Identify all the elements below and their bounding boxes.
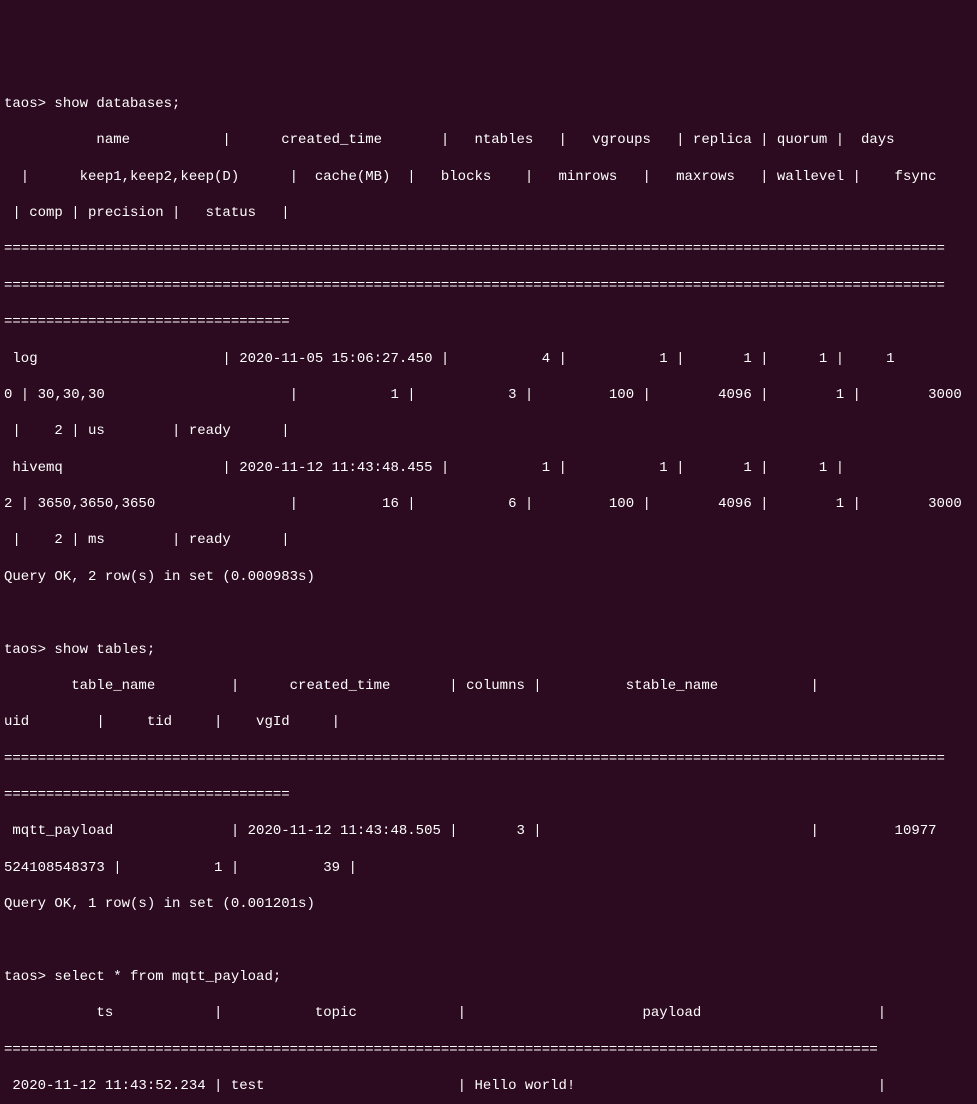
select-row: 2020-11-12 11:43:52.234 | test | Hello w…: [4, 1077, 973, 1095]
tables-row-1: mqtt_payload | 2020-11-12 11:43:48.505 |…: [4, 822, 973, 840]
command-select-mqtt: select * from mqtt_payload;: [54, 969, 281, 985]
db-header-row1: name | created_time | ntables | vgroups …: [4, 131, 973, 149]
db-row-hivemq-2: 2 | 3650,3650,3650 | 16 | 6 | 100 | 4096…: [4, 495, 973, 513]
tables-header-2: uid | tid | vgId |: [4, 713, 973, 731]
select-header: ts | topic | payload |: [4, 1004, 973, 1022]
terminal-output: taos> show databases; name | created_tim…: [4, 77, 973, 1104]
db-row-hivemq-3: | 2 | ms | ready |: [4, 531, 973, 549]
separator: ========================================…: [4, 1041, 973, 1059]
prompt: taos>: [4, 96, 46, 112]
separator: ==================================: [4, 313, 973, 331]
query-result-tables: Query OK, 1 row(s) in set (0.001201s): [4, 895, 973, 913]
separator: ==================================: [4, 786, 973, 804]
db-row-log-1: log | 2020-11-05 15:06:27.450 | 4 | 1 | …: [4, 350, 973, 368]
db-row-log-2: 0 | 30,30,30 | 1 | 3 | 100 | 4096 | 1 | …: [4, 386, 973, 404]
db-header-row3: | comp | precision | status |: [4, 204, 973, 222]
separator: ========================================…: [4, 277, 973, 295]
separator: ========================================…: [4, 240, 973, 258]
command-show-tables: show tables;: [54, 642, 155, 658]
prompt: taos>: [4, 642, 46, 658]
db-row-hivemq-1: hivemq | 2020-11-12 11:43:48.455 | 1 | 1…: [4, 459, 973, 477]
prompt: taos>: [4, 969, 46, 985]
db-row-log-3: | 2 | us | ready |: [4, 422, 973, 440]
tables-header-1: table_name | created_time | columns | st…: [4, 677, 973, 695]
db-header-row2: | keep1,keep2,keep(D) | cache(MB) | bloc…: [4, 168, 973, 186]
query-result-db: Query OK, 2 row(s) in set (0.000983s): [4, 568, 973, 586]
command-show-databases: show databases;: [54, 96, 180, 112]
tables-row-2: 524108548373 | 1 | 39 |: [4, 859, 973, 877]
separator: ========================================…: [4, 750, 973, 768]
